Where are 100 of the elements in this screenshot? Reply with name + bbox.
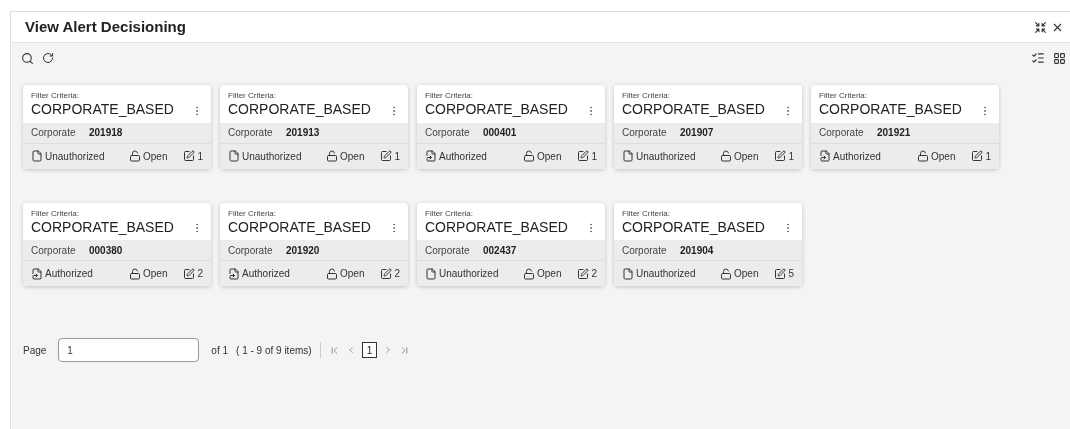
field-label: Corporate: [622, 126, 668, 140]
status-text: Authorized: [45, 267, 93, 281]
unlock-icon: [720, 267, 732, 280]
card-title: CORPORATE_BASED: [31, 101, 174, 119]
card-title: CORPORATE_BASED: [31, 218, 174, 236]
field-label: Corporate: [228, 126, 274, 140]
alert-card[interactable]: Filter Criteria: CORPORATE_BASED Corporate 201904 Unauthorized Open 5: [614, 202, 802, 286]
field-value: 201913: [286, 126, 320, 140]
field-value: 201921: [877, 126, 911, 140]
unlock-icon: [129, 267, 141, 280]
alert-card[interactable]: Filter Criteria: CORPORATE_BASED Corporate 201907 Unauthorized Open 1: [614, 85, 802, 169]
filter-label: Filter Criteria:: [425, 91, 474, 101]
filter-label: Filter Criteria:: [425, 208, 474, 219]
lock-text: Open: [143, 267, 168, 281]
edit-icon: [577, 150, 590, 162]
field-label: Corporate: [819, 126, 865, 140]
alert-card[interactable]: Filter Criteria: CORPORATE_BASED Corporate 000380 Authorized Open 2: [23, 202, 211, 286]
field-value: 002437: [483, 243, 517, 258]
collapse-icon[interactable]: [1034, 20, 1047, 34]
card-title: CORPORATE_BASED: [228, 218, 371, 236]
unlock-icon: [720, 150, 732, 162]
status-text: Unauthorized: [242, 149, 302, 164]
alert-card[interactable]: Filter Criteria: CORPORATE_BASED Corporate 201920 Authorized Open 2: [220, 202, 408, 286]
filter-label: Filter Criteria:: [31, 208, 80, 219]
card-title: CORPORATE_BASED: [425, 218, 568, 236]
edit-icon: [577, 267, 590, 280]
card-title: CORPORATE_BASED: [819, 101, 962, 119]
edit-count: 2: [197, 267, 203, 281]
lock-text: Open: [734, 267, 759, 281]
filter-label: Filter Criteria:: [819, 91, 868, 101]
lock-text: Open: [537, 267, 562, 281]
field-label: Corporate: [31, 126, 77, 140]
edit-icon: [774, 267, 787, 280]
field-label: Corporate: [31, 243, 77, 258]
edit-count: 2: [591, 267, 597, 281]
lock-text: Open: [931, 149, 956, 164]
edit-icon: [380, 267, 393, 280]
edit-count: 1: [394, 149, 400, 164]
unlock-icon: [917, 150, 929, 162]
alert-card[interactable]: Filter Criteria: CORPORATE_BASED Corporate 201921 Authorized Open 1: [811, 85, 999, 169]
edit-count: 2: [394, 267, 400, 281]
filter-label: Filter Criteria:: [228, 91, 277, 101]
card-title: CORPORATE_BASED: [622, 101, 765, 119]
edit-icon: [774, 150, 787, 162]
filter-label: Filter Criteria:: [622, 208, 671, 219]
field-label: Corporate: [425, 126, 471, 140]
search-icon[interactable]: [21, 51, 34, 65]
card-title: CORPORATE_BASED: [425, 101, 568, 119]
page-input[interactable]: 1: [58, 338, 200, 362]
filter-label: Filter Criteria:: [31, 91, 80, 101]
edit-icon: [183, 267, 196, 280]
grid-view-icon[interactable]: [1053, 51, 1066, 65]
alert-card[interactable]: Filter Criteria: CORPORATE_BASED Corporate 201918 Unauthorized Open 1: [23, 85, 211, 169]
edit-icon: [183, 150, 196, 162]
edit-icon: [380, 150, 393, 162]
field-label: Corporate: [425, 243, 471, 258]
status-text: Unauthorized: [636, 267, 696, 281]
status-text: Unauthorized: [439, 267, 499, 281]
page-total: of 1: [211, 343, 229, 358]
page-label: Page: [23, 343, 47, 358]
field-value: 000380: [89, 243, 123, 258]
unlock-icon: [129, 150, 141, 162]
card-title: CORPORATE_BASED: [622, 218, 765, 236]
status-text: Authorized: [439, 149, 487, 164]
filter-label: Filter Criteria:: [228, 208, 277, 219]
alert-card[interactable]: Filter Criteria: CORPORATE_BASED Corporate 201913 Unauthorized Open 1: [220, 85, 408, 169]
edit-icon: [971, 150, 984, 162]
page-number[interactable]: 1: [361, 342, 378, 358]
field-value: 201918: [89, 126, 123, 140]
filter-label: Filter Criteria:: [622, 91, 671, 101]
edit-count: 1: [985, 149, 991, 164]
lock-text: Open: [734, 149, 759, 164]
field-value: 201907: [680, 126, 714, 140]
field-value: 201904: [680, 243, 714, 258]
unlock-icon: [523, 267, 535, 280]
lock-text: Open: [143, 149, 168, 164]
edit-count: 1: [591, 149, 597, 164]
alert-card[interactable]: Filter Criteria: CORPORATE_BASED Corporate 000401 Authorized Open 1: [417, 85, 605, 169]
status-text: Authorized: [833, 149, 881, 164]
unlock-icon: [523, 150, 535, 162]
lock-text: Open: [537, 149, 562, 164]
list-view-icon[interactable]: [1031, 51, 1045, 65]
edit-count: 1: [788, 149, 794, 164]
status-text: Authorized: [242, 267, 290, 281]
item-range: ( 1 - 9 of 9 items): [236, 343, 312, 358]
field-label: Corporate: [622, 243, 668, 258]
field-value: 000401: [483, 126, 517, 140]
field-label: Corporate: [228, 243, 274, 258]
alert-card[interactable]: Filter Criteria: CORPORATE_BASED Corporate 002437 Unauthorized Open 2: [417, 202, 605, 286]
refresh-icon[interactable]: [42, 52, 54, 64]
status-text: Unauthorized: [45, 149, 105, 164]
lock-text: Open: [340, 267, 365, 281]
card-title: CORPORATE_BASED: [228, 101, 371, 119]
page-title: View Alert Decisioning: [25, 16, 186, 37]
unlock-icon: [326, 267, 338, 280]
status-text: Unauthorized: [636, 149, 696, 164]
unlock-icon: [326, 150, 338, 162]
field-value: 201920: [286, 243, 320, 258]
edit-count: 1: [197, 149, 203, 164]
lock-text: Open: [340, 149, 365, 164]
